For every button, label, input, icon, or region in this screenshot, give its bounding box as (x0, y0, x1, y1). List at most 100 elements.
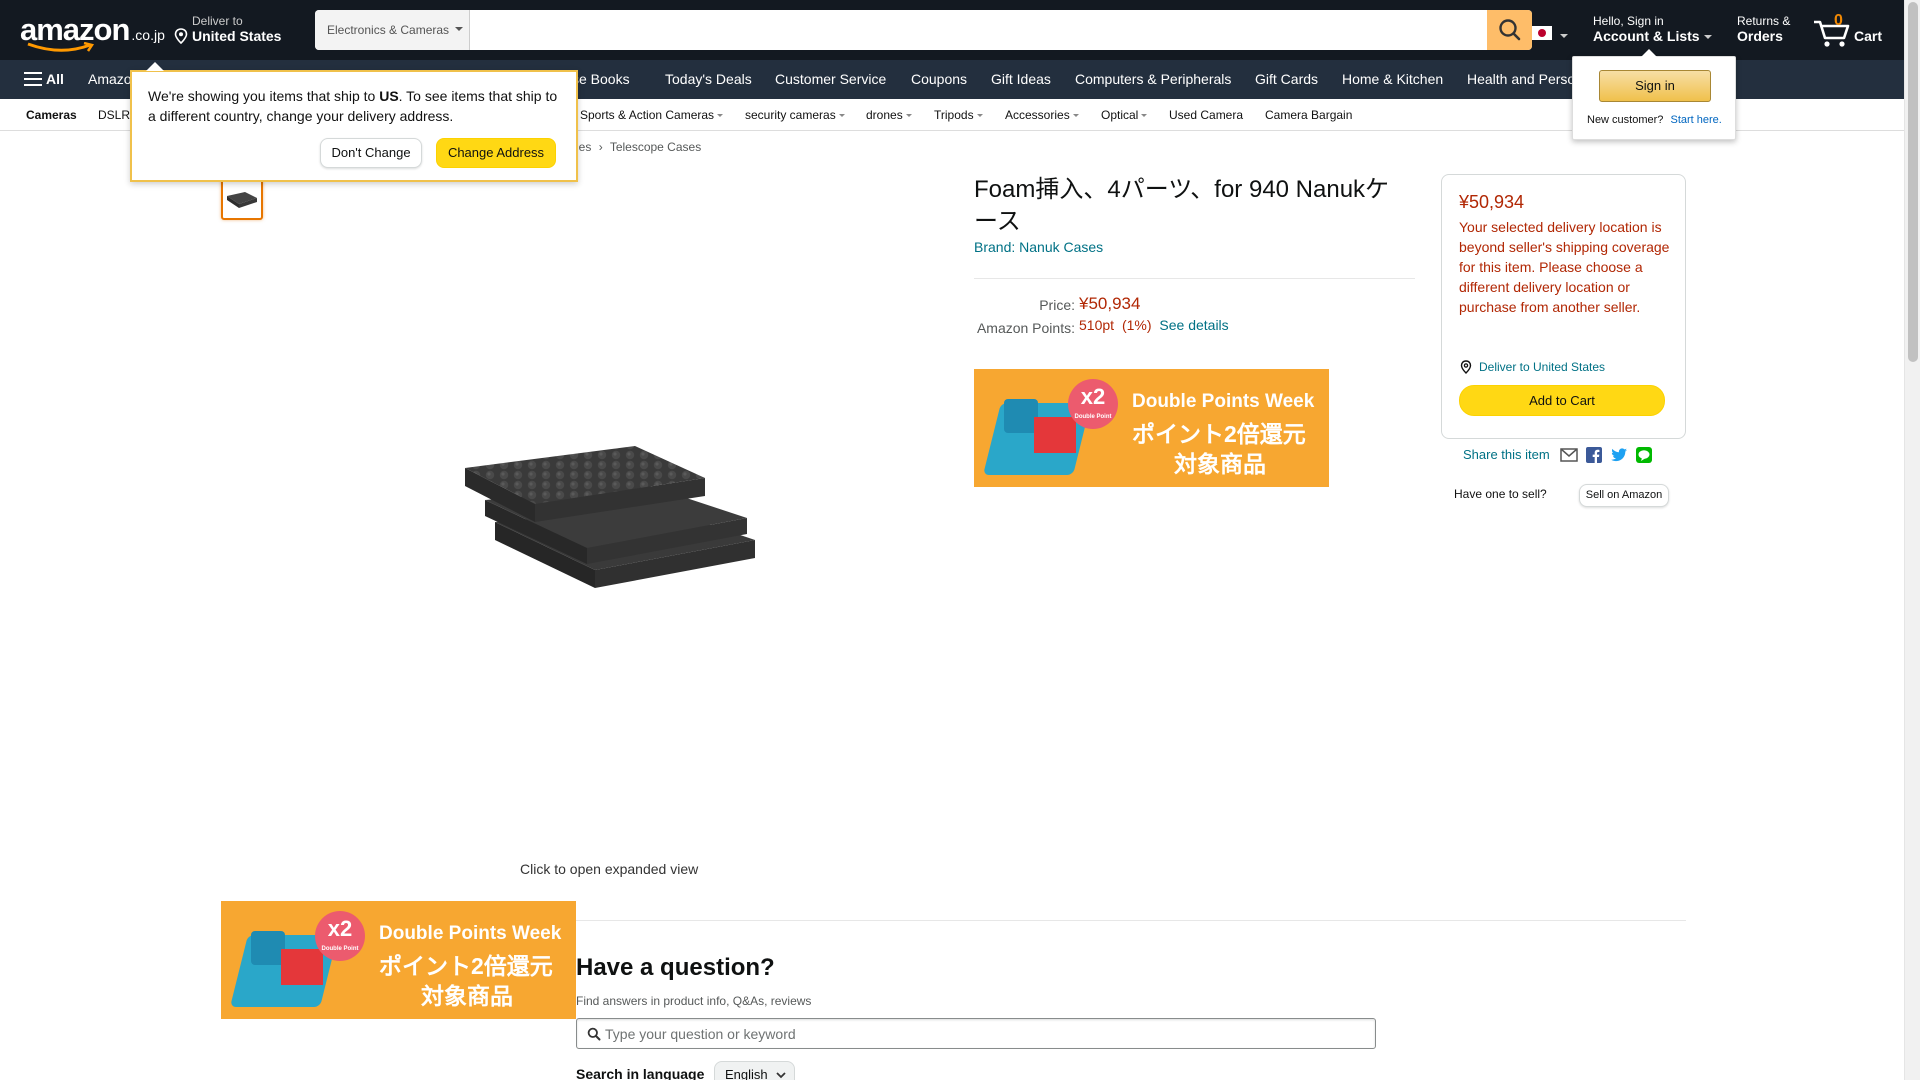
ship-msg-before: We're showing you items that ship to (148, 88, 380, 104)
orders-line1: Returns & (1737, 14, 1791, 28)
deliver-line1: Deliver to (192, 14, 243, 28)
price-label: Price: (1039, 297, 1075, 313)
subnav-sports-action[interactable]: Sports & Action Cameras (580, 108, 724, 122)
share-link[interactable]: Share this item (1463, 447, 1550, 462)
new-customer-label: New customer? (1587, 114, 1664, 126)
double-points-banner-left[interactable]: x2 Double Point Double Points Week ポイント2倍… (221, 901, 576, 1019)
subnav-tripods[interactable]: Tripods (934, 108, 983, 122)
nav-item-health[interactable]: Health and Perso (1467, 71, 1575, 87)
language-select[interactable]: English (714, 1061, 795, 1080)
nav-all[interactable]: All (46, 71, 64, 87)
line-app-icon[interactable] (1636, 447, 1652, 468)
chevron-down-icon (976, 114, 983, 120)
chevron-down-icon (905, 114, 912, 120)
question-search-input[interactable] (605, 1019, 1365, 1048)
subnav-drones[interactable]: drones (866, 108, 912, 122)
subnav-accessories[interactable]: Accessories (1005, 108, 1079, 122)
points-value: 510pt (1%) See details (1079, 317, 1229, 333)
nav-item-coupons[interactable]: Coupons (911, 71, 967, 87)
logo-smile-icon (27, 42, 95, 52)
chevron-down-icon (838, 114, 845, 120)
scrollbar-thumb[interactable] (1908, 2, 1918, 362)
product-title: Foam挿入、4パーツ、for 940 Nanukケース (974, 176, 1390, 235)
promo-line1: Double Points Week (379, 923, 562, 944)
sell-on-amazon-button[interactable]: Sell on Amazon (1579, 484, 1669, 507)
search-input[interactable] (471, 10, 1471, 50)
twitter-icon[interactable] (1610, 447, 1628, 468)
subnav-camera-bargain[interactable]: Camera Bargain (1265, 108, 1352, 122)
cart-label: Cart (1854, 28, 1883, 44)
cart-count: 0 (1834, 12, 1843, 29)
change-address-button[interactable]: Change Address (436, 138, 556, 168)
search-category-label: Electronics & Cameras (327, 23, 450, 37)
x2-badge-subtext: Double Point (1074, 414, 1112, 420)
amazon-logo[interactable]: amazon .co.jp (20, 12, 165, 52)
points-amount: 510pt (1079, 317, 1115, 333)
shopping-bag-graphic (1004, 399, 1038, 433)
search-button[interactable] (1487, 10, 1532, 50)
see-details-link[interactable]: See details (1159, 317, 1228, 333)
chevron-down-icon (1141, 114, 1148, 120)
hamburger-menu-icon[interactable] (24, 72, 42, 86)
subnav-used-camera[interactable]: Used Camera (1169, 108, 1243, 122)
x2-badge-subtext: Double Point (321, 946, 359, 952)
subnav-cameras[interactable]: Cameras (26, 108, 77, 122)
nav-item-customer-service[interactable]: Customer Service (775, 71, 886, 87)
x2-badge-text: x2 (327, 916, 353, 941)
nav-item-gift-ideas[interactable]: Gift Ideas (991, 71, 1051, 87)
signin-popover: Sign in New customer? Start here. (1572, 49, 1736, 140)
vertical-scrollbar[interactable] (1904, 0, 1920, 1080)
points-percent: (1%) (1121, 317, 1152, 333)
new-customer-text: New customer? Start here. (1587, 114, 1722, 126)
search-language-label: Search in language (576, 1066, 705, 1080)
email-icon[interactable] (1560, 447, 1578, 468)
chevron-down-icon (455, 27, 464, 35)
nav-item-gift-cards[interactable]: Gift Cards (1255, 71, 1318, 87)
page: amazon .co.jp Deliver to United States El… (0, 0, 1920, 1080)
account-lists[interactable]: Hello, Sign in Account & Lists (1593, 14, 1712, 44)
location-pin-icon (174, 28, 188, 44)
subnav-security-cameras[interactable]: security cameras (745, 108, 845, 122)
deliver-to-link[interactable]: Deliver to United States (1459, 360, 1605, 374)
gift-box-graphic (281, 949, 323, 985)
expand-view-hint[interactable]: Click to open expanded view (520, 861, 698, 877)
have-one-to-sell: Have one to sell? (1454, 487, 1547, 501)
nav-item-home-kitchen[interactable]: Home & Kitchen (1342, 71, 1443, 87)
double-points-banner[interactable]: x2 Double Point Double Points Week ポイント2倍… (974, 369, 1329, 487)
gift-box-graphic (1034, 417, 1076, 453)
top-header: amazon .co.jp Deliver to United States El… (0, 0, 1904, 60)
nav-item-books[interactable]: se Books (572, 71, 630, 87)
breadcrumb-sep: › (598, 140, 603, 154)
delivery-warning: Your selected delivery location is beyon… (1459, 219, 1670, 315)
product-main-image[interactable] (455, 430, 765, 600)
buybox-price: ¥50,934 (1459, 192, 1525, 212)
deliver-to[interactable]: Deliver to United States (174, 14, 281, 44)
buy-box: ¥50,934 Your selected delivery location … (1441, 174, 1686, 439)
search-icon (587, 1027, 601, 1041)
brand-link[interactable]: Brand: Nanuk Cases (974, 239, 1103, 255)
returns-orders[interactable]: Returns & Orders (1737, 14, 1790, 44)
subnav-dslr[interactable]: DSLR (98, 108, 130, 122)
dont-change-button[interactable]: Don't Change (320, 138, 422, 168)
account-label: Account & Lists (1593, 28, 1700, 44)
points-label: Amazon Points: (976, 320, 1075, 336)
start-here-link[interactable]: Start here. (1670, 114, 1721, 126)
divider (576, 920, 1686, 921)
question-subtext: Find answers in product info, Q&As, revi… (576, 994, 812, 1008)
product-thumbnail[interactable] (221, 178, 263, 220)
search-category-select[interactable]: Electronics & Cameras (315, 10, 470, 50)
japan-flag-icon[interactable] (1532, 26, 1552, 40)
account-greeting: Hello, Sign in (1593, 14, 1664, 28)
sign-in-button[interactable]: Sign in (1599, 70, 1711, 102)
nav-item-todays-deals[interactable]: Today's Deals (665, 71, 752, 87)
subnav-optical[interactable]: Optical (1101, 108, 1148, 122)
breadcrumb-prev[interactable]: ies (576, 140, 591, 154)
breadcrumb-current[interactable]: Telescope Cases (610, 140, 701, 154)
add-to-cart-button[interactable]: Add to Cart (1459, 385, 1665, 416)
promo-line3: 対象商品 (1174, 451, 1266, 477)
x2-badge-text: x2 (1080, 384, 1106, 409)
cart-button[interactable]: 0 Cart (1812, 10, 1892, 50)
facebook-icon[interactable] (1586, 447, 1602, 468)
nav-item-computers[interactable]: Computers & Peripherals (1075, 71, 1231, 87)
question-heading: Have a question? (576, 954, 775, 981)
